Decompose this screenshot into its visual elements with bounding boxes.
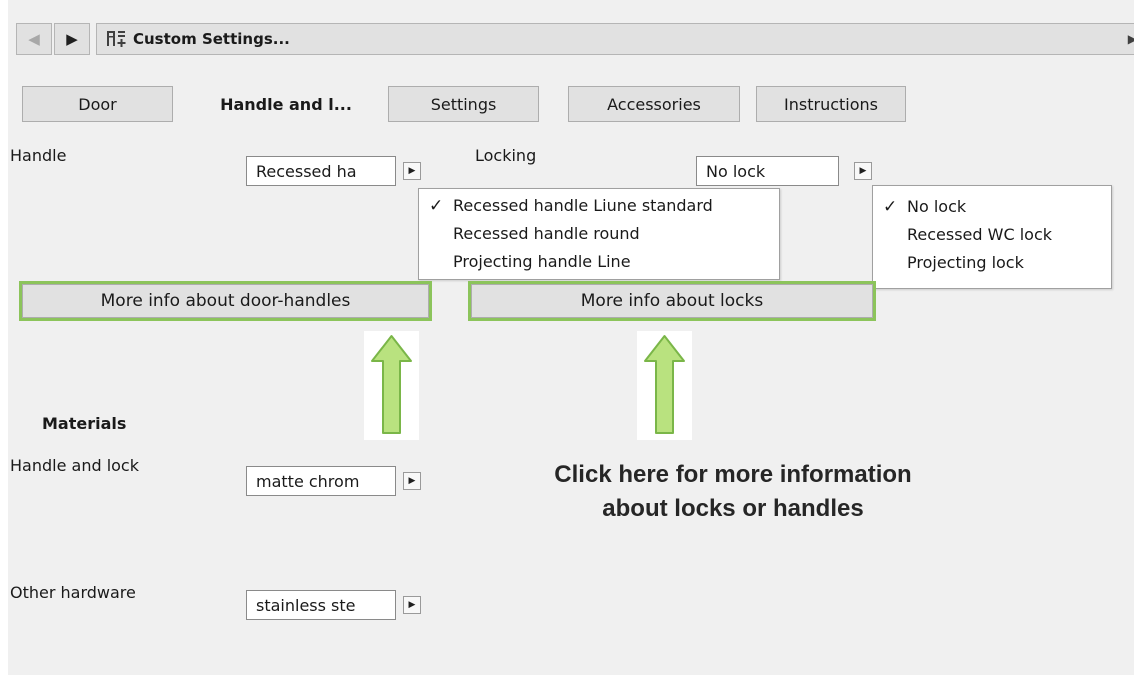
locking-dropdown-button[interactable]: ▶ xyxy=(854,162,872,180)
triangle-right-icon: ▶ xyxy=(408,600,416,610)
other-hardware-material-select[interactable]: stainless ste xyxy=(246,590,396,620)
tab-label: Settings xyxy=(430,94,497,114)
custom-settings-header[interactable]: Custom Settings... ▶ xyxy=(96,23,1134,55)
callout-line-2: about locks or handles xyxy=(602,495,864,522)
lock-option-no-lock[interactable]: ✓ No lock xyxy=(873,193,1111,221)
callout-text: Click here for more information about lo… xyxy=(473,458,993,526)
option-label: No lock xyxy=(907,197,967,216)
tab-door[interactable]: Door xyxy=(22,86,173,122)
back-button[interactable]: ◀ xyxy=(16,23,52,55)
handle-options-popup: ✓ Recessed handle Liune standard Recesse… xyxy=(418,188,780,280)
locking-select[interactable]: No lock xyxy=(696,156,839,186)
handle-and-lock-dropdown-button[interactable]: ▶ xyxy=(403,472,421,490)
page-title: Custom Settings... xyxy=(133,30,290,48)
triangle-right-icon: ▶ xyxy=(408,166,416,176)
tab-accessories[interactable]: Accessories xyxy=(568,86,740,122)
settings-panel: ◀ ▶ Custom Settings... ▶ Door Handle and… xyxy=(8,0,1134,675)
handle-label: Handle xyxy=(10,146,67,165)
tab-instructions[interactable]: Instructions xyxy=(756,86,906,122)
custom-settings-icon xyxy=(107,31,126,47)
handle-and-lock-label: Handle and lock xyxy=(10,456,139,475)
other-hardware-dropdown-button[interactable]: ▶ xyxy=(403,596,421,614)
option-label: Recessed handle round xyxy=(453,224,640,243)
triangle-right-icon: ▶ xyxy=(859,166,867,176)
callout-line-1: Click here for more information xyxy=(554,461,912,488)
up-arrow-icon xyxy=(371,335,412,434)
up-arrow-icon xyxy=(644,335,685,434)
back-arrow-icon: ◀ xyxy=(28,30,40,48)
checkmark-icon: ✓ xyxy=(429,196,444,216)
tab-settings[interactable]: Settings xyxy=(388,86,539,122)
handle-dropdown-button[interactable]: ▶ xyxy=(403,162,421,180)
handle-and-lock-material-select[interactable]: matte chrom xyxy=(246,466,396,496)
expand-arrow-icon[interactable]: ▶ xyxy=(1128,32,1134,46)
locks-callout-arrow-box xyxy=(637,331,692,440)
locks-button-highlight xyxy=(468,281,876,321)
tab-handle-and-lock[interactable]: Handle and l... xyxy=(188,86,384,122)
checkmark-icon: ✓ xyxy=(883,197,898,217)
handle-option-liune-standard[interactable]: ✓ Recessed handle Liune standard xyxy=(419,192,779,220)
materials-heading: Materials xyxy=(42,414,127,433)
option-label: Recessed handle Liune standard xyxy=(453,196,713,215)
locking-options-popup: ✓ No lock Recessed WC lock Projecting lo… xyxy=(872,185,1112,289)
tab-label: Door xyxy=(78,94,117,114)
tab-label: Accessories xyxy=(607,94,701,114)
tab-label: Instructions xyxy=(784,94,878,114)
handle-select[interactable]: Recessed ha xyxy=(246,156,396,186)
option-label: Recessed WC lock xyxy=(907,225,1053,244)
lock-option-projecting[interactable]: Projecting lock xyxy=(873,249,1111,277)
handles-callout-arrow-box xyxy=(364,331,419,440)
tab-label: Handle and l... xyxy=(220,94,352,114)
handles-button-highlight xyxy=(19,281,432,321)
lock-option-recessed-wc[interactable]: Recessed WC lock xyxy=(873,221,1111,249)
handle-option-projecting-line[interactable]: Projecting handle Line xyxy=(419,248,779,276)
option-label: Projecting lock xyxy=(907,253,1024,272)
forward-button[interactable]: ▶ xyxy=(54,23,90,55)
forward-arrow-icon: ▶ xyxy=(66,30,78,48)
option-label: Projecting handle Line xyxy=(453,252,631,271)
other-hardware-label: Other hardware xyxy=(10,583,136,602)
locking-label: Locking xyxy=(475,146,537,165)
triangle-right-icon: ▶ xyxy=(408,476,416,486)
handle-option-round[interactable]: Recessed handle round xyxy=(419,220,779,248)
